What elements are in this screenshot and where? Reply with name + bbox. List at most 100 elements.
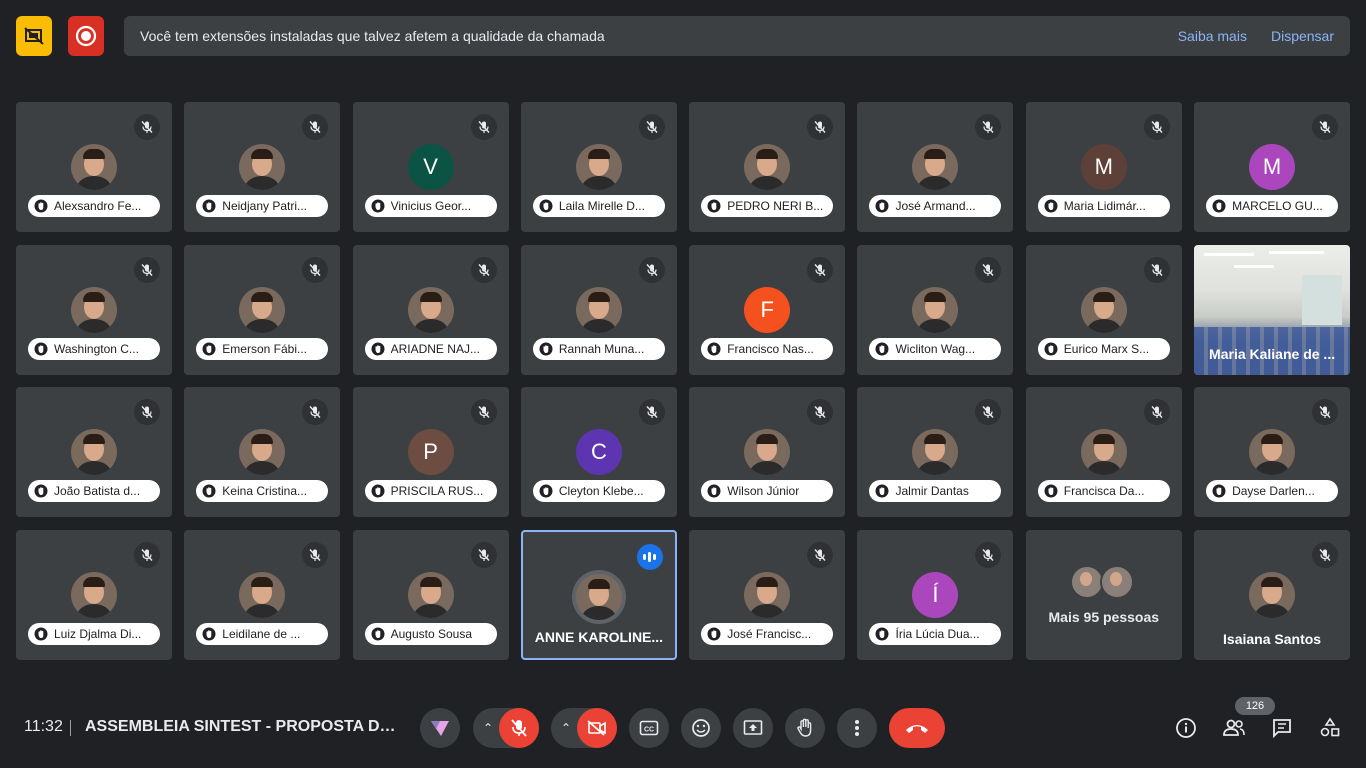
- extension-notice-banner: Você tem extensões instaladas que talvez…: [124, 16, 1350, 56]
- raise-hand-button[interactable]: [785, 708, 825, 748]
- participant-tile[interactable]: Eurico Marx S...: [1025, 244, 1182, 375]
- camera-options-chevron-icon[interactable]: ⌃: [561, 721, 571, 735]
- participant-name: Luiz Djalma Di...: [54, 626, 142, 641]
- mic-options-chevron-icon[interactable]: ⌃: [483, 721, 493, 735]
- participant-tile[interactable]: M Maria Lidimár...: [1025, 102, 1182, 232]
- present-screen-icon: [743, 720, 763, 735]
- participant-tile[interactable]: PEDRO NERI B...: [689, 102, 846, 232]
- participant-tile[interactable]: Francisca Da...: [1025, 387, 1182, 517]
- participant-name-pill: Rannah Muna...: [532, 337, 665, 360]
- camera-toggle-button[interactable]: [577, 708, 617, 748]
- dismiss-link[interactable]: Dispensar: [1271, 28, 1334, 44]
- participant-tile[interactable]: F Francisco Nas...: [689, 244, 846, 375]
- participant-tile[interactable]: Wicliton Wag...: [857, 244, 1014, 375]
- participant-tile[interactable]: Dayse Darlen...: [1194, 387, 1351, 517]
- raise-hand-icon: [34, 199, 48, 213]
- mic-off-icon: [975, 399, 1002, 425]
- participant-name-pill: Wilson Júnior: [701, 480, 834, 502]
- participant-tile[interactable]: M MARCELO GU...: [1194, 102, 1351, 232]
- participant-tile[interactable]: Isaiana Santos: [1194, 529, 1351, 660]
- raise-hand-icon: [797, 718, 812, 737]
- camera-group: ⌃: [551, 708, 617, 748]
- mic-off-icon: [638, 256, 665, 283]
- participant-tile[interactable]: João Batista d...: [16, 387, 172, 517]
- raise-hand-icon: [1044, 342, 1058, 355]
- avatar: M: [1080, 144, 1127, 190]
- participant-tile[interactable]: Washington C...: [16, 244, 172, 375]
- avatar: [239, 429, 286, 475]
- present-button[interactable]: [733, 708, 773, 748]
- mic-off-icon: [302, 399, 329, 425]
- avatar: [71, 144, 117, 190]
- avatar: [407, 571, 454, 618]
- participant-name: PEDRO NERI B...: [727, 199, 824, 213]
- avatar: [71, 429, 117, 475]
- participant-tile[interactable]: Jalmir Dantas: [857, 387, 1014, 517]
- participant-name-pill: PRISCILA RUS...: [364, 480, 497, 502]
- participant-name: Maria Lidimár...: [1063, 199, 1146, 213]
- mic-off-icon: [134, 256, 160, 283]
- participant-tile[interactable]: Emerson Fábi...: [184, 244, 341, 375]
- mic-off-icon: [302, 256, 329, 283]
- mic-off-icon: [975, 256, 1002, 283]
- participant-name-pill: Emerson Fábi...: [196, 337, 329, 360]
- participant-tile[interactable]: Rannah Muna...: [520, 244, 677, 375]
- participant-tile[interactable]: Laila Mirelle D...: [520, 102, 677, 232]
- participant-tile[interactable]: Wilson Júnior: [689, 387, 846, 517]
- avatar: P: [407, 429, 454, 475]
- mic-off-icon: [1143, 399, 1170, 425]
- participant-tile[interactable]: Maria Kaliane de ...: [1194, 244, 1351, 375]
- participant-tile[interactable]: ARIADNE NAJ...: [352, 244, 509, 375]
- avatar: M: [1249, 144, 1296, 190]
- recording-icon[interactable]: [68, 16, 104, 56]
- participant-tile[interactable]: P PRISCILA RUS...: [352, 387, 509, 517]
- leave-call-button[interactable]: [889, 708, 945, 748]
- participant-tile[interactable]: Augusto Sousa: [352, 529, 509, 660]
- avatar: [71, 571, 117, 618]
- participant-tile[interactable]: Í Íria Lúcia Dua...: [857, 529, 1014, 660]
- raise-hand-icon: [371, 627, 385, 640]
- participant-name: PRISCILA RUS...: [390, 484, 484, 498]
- raise-hand-icon: [202, 627, 216, 640]
- participant-tile[interactable]: Luiz Djalma Di...: [16, 529, 172, 660]
- participant-tile[interactable]: ANNE KAROLINE...: [520, 529, 677, 660]
- participant-tile[interactable]: Neidjany Patri...: [184, 102, 341, 232]
- raise-hand-icon: [539, 342, 553, 355]
- more-options-button[interactable]: [837, 708, 877, 748]
- mic-off-icon: [302, 541, 329, 568]
- participant-tile[interactable]: V Vinicius Geor...: [352, 102, 509, 232]
- participant-tile[interactable]: Leidilane de ...: [184, 529, 341, 660]
- raise-hand-icon: [875, 627, 889, 640]
- mic-off-icon: [470, 399, 497, 425]
- raise-hand-icon: [202, 342, 216, 355]
- participant-tile[interactable]: C Cleyton Klebe...: [520, 387, 677, 517]
- avatar: [239, 144, 286, 190]
- participant-name: Wicliton Wag...: [895, 341, 976, 356]
- meeting-info-button[interactable]: [1172, 714, 1200, 742]
- participant-tile[interactable]: José Francisc...: [689, 529, 846, 660]
- raise-hand-icon: [1044, 199, 1058, 213]
- chat-icon: [1273, 719, 1291, 739]
- captions-button[interactable]: CC: [629, 708, 669, 748]
- activities-button[interactable]: [1316, 714, 1344, 742]
- participant-tile[interactable]: Alexsandro Fe...: [16, 102, 172, 232]
- participant-name: Alexsandro Fe...: [54, 199, 142, 213]
- effects-button[interactable]: [420, 708, 460, 748]
- avatar: [239, 286, 286, 333]
- participant-count-badge: 126: [1235, 697, 1275, 715]
- mic-toggle-button[interactable]: [499, 708, 539, 748]
- participant-name: Emerson Fábi...: [222, 341, 307, 356]
- emoji-button[interactable]: [681, 708, 721, 748]
- chat-button[interactable]: [1268, 714, 1296, 742]
- participant-tile[interactable]: Mais 95 pessoas: [1025, 529, 1182, 660]
- people-button[interactable]: [1220, 714, 1248, 742]
- participant-name-pill: MARCELO GU...: [1206, 195, 1339, 217]
- participant-tile[interactable]: José Armand...: [857, 102, 1014, 232]
- participant-tile[interactable]: Keina Cristina...: [184, 387, 341, 517]
- avatar: [1249, 429, 1296, 475]
- participant-name: Íria Lúcia Dua...: [895, 626, 980, 641]
- participant-name-pill: Francisco Nas...: [701, 337, 834, 360]
- learn-more-link[interactable]: Saiba mais: [1178, 28, 1247, 44]
- extension-warning-icon[interactable]: [16, 16, 52, 56]
- mic-off-icon: [1312, 541, 1339, 568]
